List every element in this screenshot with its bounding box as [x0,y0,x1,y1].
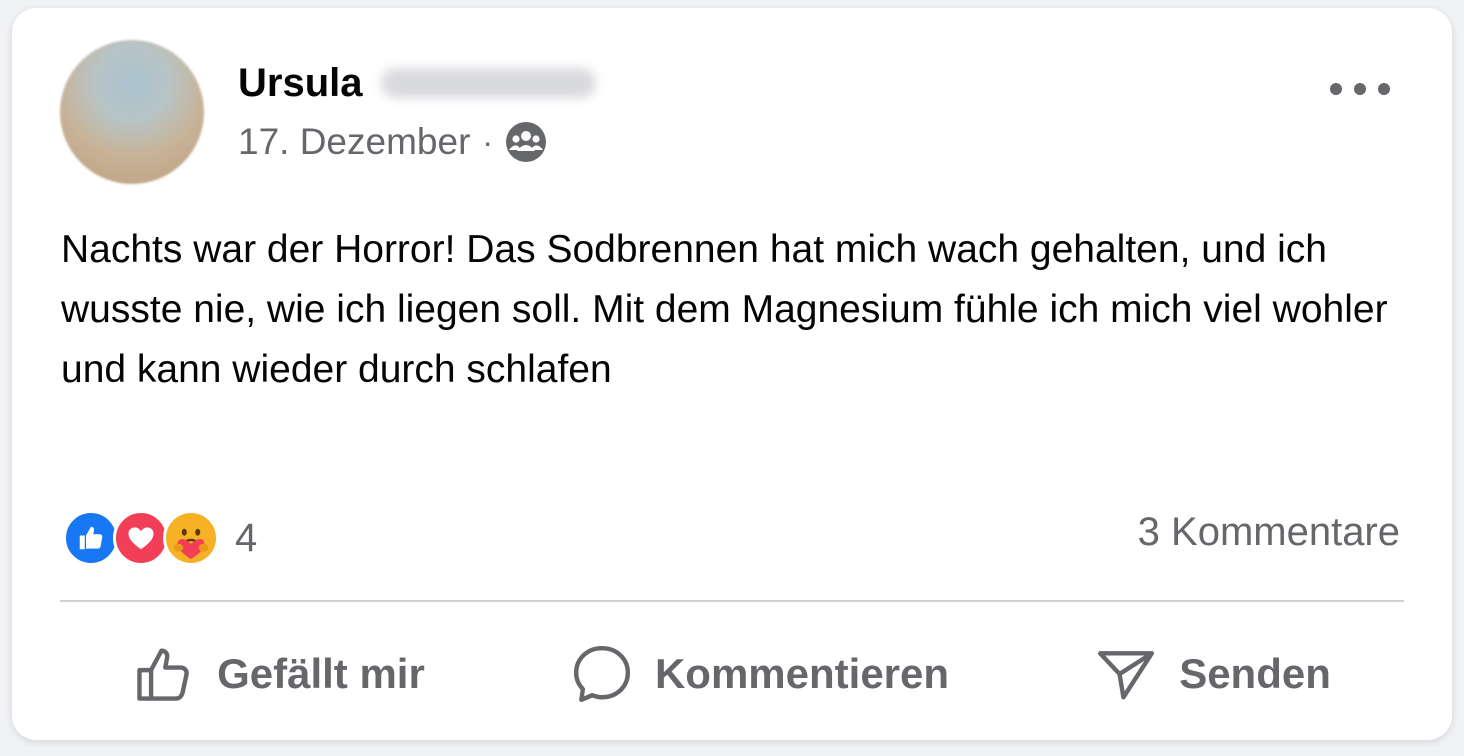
more-options-button[interactable] [1330,74,1390,104]
redacted-surname [380,68,596,98]
post-meta: 17. Dezember · [238,114,547,170]
dot-icon [1330,83,1342,95]
care-icon [163,510,219,566]
avatar[interactable] [60,40,204,184]
thumbs-up-icon [137,648,189,701]
post-date[interactable]: 17. Dezember [238,121,470,163]
reaction-count: 4 [235,515,258,560]
send-button-label: Senden [1179,650,1331,697]
author-row: Ursula [238,58,596,108]
action-bar: Gefällt mir Kommentieren Senden [60,632,1404,716]
dot-icon [1378,83,1390,95]
reactions-summary[interactable]: 4 [63,508,257,568]
like-button[interactable]: Gefällt mir [133,643,425,705]
friends-icon [506,122,547,162]
divider [60,600,1404,602]
love-icon [113,510,169,566]
comment-bubble-icon [573,645,630,703]
like-icon [63,510,119,566]
comment-count-link[interactable]: 3 Kommentare [1138,510,1400,555]
post-card: Ursula 17. Dezember · Nachts war der Hor… [12,8,1452,740]
dot-icon [1354,83,1366,95]
like-button-label: Gefällt mir [217,650,425,697]
send-icon [1098,651,1155,700]
post-text: Nachts war der Horror! Das Sodbrennen ha… [61,228,1388,391]
comment-button-label: Kommentieren [654,650,950,697]
send-button[interactable]: Senden [1095,643,1331,705]
comment-button[interactable]: Kommentieren [571,643,949,705]
meta-separator: · [482,123,494,160]
author-name[interactable]: Ursula [238,61,363,106]
